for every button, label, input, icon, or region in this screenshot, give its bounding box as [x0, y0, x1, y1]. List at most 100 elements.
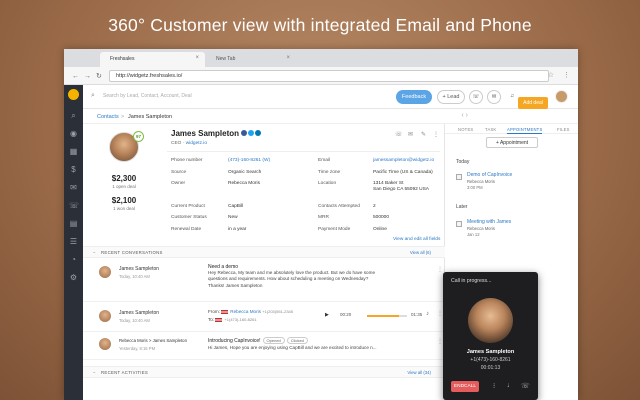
open-amount: $2,100 — [111, 196, 137, 205]
appointment-time: 3:00 PM — [467, 185, 483, 190]
browser-tab-freshsales[interactable]: Freshsales × — [100, 52, 205, 67]
field-value: CapBill — [228, 204, 244, 209]
breadcrumb-contacts-link[interactable]: Contacts — [97, 114, 119, 120]
deals-icon[interactable]: $ — [69, 165, 78, 174]
appointment-checkbox[interactable] — [456, 221, 462, 227]
appointment-title[interactable]: Meeting with James — [467, 219, 511, 225]
view-all-activities-link[interactable]: View all (34) — [407, 370, 431, 375]
field-label: Location — [318, 181, 337, 186]
volume-icon[interactable]: ♪ — [426, 311, 429, 317]
tab-files[interactable]: FILES — [557, 127, 570, 132]
collapse-icon[interactable]: – — [93, 250, 95, 255]
tab-appointments[interactable]: APPOINTMENTS — [507, 127, 543, 134]
view-all-conversations-link[interactable]: View all (6) — [410, 250, 431, 255]
phone-icon[interactable]: ☏ — [69, 201, 79, 210]
right-tabs: NOTES TASK APPOINTMENTS FILES — [445, 124, 578, 134]
calendar-icon[interactable]: ▤ — [69, 219, 78, 228]
settings-icon[interactable]: ⚙ — [69, 273, 78, 282]
user-avatar[interactable] — [555, 90, 568, 103]
tasks-icon[interactable]: ☰ — [69, 237, 78, 246]
caller-name: James Sampleton — [466, 349, 515, 355]
add-appointment-button[interactable]: + Appointment — [486, 137, 538, 148]
call-from: From: Rebecca Moris +1(203)551-2345 — [208, 309, 328, 315]
close-icon[interactable]: × — [286, 55, 290, 61]
play-icon[interactable]: ▶ — [325, 312, 329, 318]
twitter-icon[interactable] — [248, 130, 254, 136]
appointment-day: Today — [456, 159, 470, 165]
breadcrumb-current: James Sampleton — [128, 114, 173, 120]
phone-icon[interactable]: ☏ — [469, 90, 483, 104]
clicked-badge: Clicked — [286, 337, 308, 344]
to-number: +1(473)-160-8261 — [224, 317, 257, 322]
collapse-icon[interactable]: – — [93, 370, 95, 375]
appointment-checkbox[interactable] — [456, 174, 462, 180]
keypad-icon[interactable]: ⁝ — [493, 382, 495, 390]
field-value: Organic Search — [228, 170, 262, 175]
tab-notes[interactable]: NOTES — [458, 127, 473, 132]
phone-icon[interactable]: ☏ — [395, 131, 403, 138]
phone-value[interactable]: (473)-160-8261 (W) — [228, 158, 270, 163]
search-icon[interactable]: ⌕ — [91, 92, 95, 100]
feedback-button[interactable]: Feedback — [396, 90, 432, 104]
edit-icon[interactable]: ✎ — [421, 131, 426, 138]
add-deal-button[interactable]: Add deal — [518, 97, 548, 109]
address-input[interactable]: http://widgetz.freshsales.io/ — [109, 70, 549, 82]
view-all-fields-link[interactable]: View and edit all fields — [393, 237, 440, 242]
call-widget: Call in progress... James Sampleton +1(4… — [443, 272, 538, 400]
email-item[interactable]: Rebecca Moris > James Sampleton Yesterda… — [83, 332, 445, 360]
contact-role: CEO — [171, 141, 182, 146]
conv-sender: James Sampleton — [119, 310, 160, 316]
call-status: Call in progress... — [451, 278, 492, 284]
breadcrumb: Contacts > James Sampleton ‹ › Add deal — [83, 97, 578, 124]
mail-icon[interactable]: ✉ — [408, 131, 413, 138]
more-icon[interactable]: ⋮ — [433, 131, 439, 138]
star-icon[interactable]: ☆ — [548, 71, 554, 79]
from-name: Rebecca Moris — [230, 309, 261, 314]
close-icon[interactable]: × — [195, 55, 199, 61]
conv-date: Yesterday, 8:15 PM — [119, 346, 156, 351]
linkedin-icon[interactable] — [255, 130, 261, 136]
mail-icon[interactable]: ✉ — [487, 90, 501, 104]
recording-progress[interactable] — [367, 315, 407, 317]
microphone-icon[interactable]: ♩ — [507, 382, 514, 389]
headline: 360° Customer view with integrated Email… — [108, 15, 532, 35]
app-logo[interactable] — [68, 89, 79, 100]
tab-task[interactable]: TASK — [485, 127, 496, 132]
contact-title: CEO · widgetz.io — [171, 141, 207, 146]
appointment-owner: Rebecca Moris — [467, 179, 495, 184]
bell-icon[interactable]: ♫ — [505, 90, 519, 104]
browser-tabbar: Freshsales × New Tab × — [64, 49, 578, 67]
reports-icon[interactable]: ◔ — [69, 255, 78, 264]
left-sidebar: ⌕ ◉ ▦ $ ✉ ☏ ▤ ☰ ◔ ⚙ — [64, 85, 83, 400]
end-call-button[interactable]: ENDCALL — [451, 381, 479, 392]
global-search-input[interactable]: Search by Lead, Contact, Account, Deal — [103, 93, 192, 99]
email-value[interactable]: jamessampleton@widgetz.io — [373, 158, 434, 163]
facebook-icon[interactable] — [241, 130, 247, 136]
call-log-item[interactable]: James Sampleton Today, 10:40 AM From: Re… — [83, 302, 445, 332]
field-label: MRR — [318, 215, 329, 220]
recording-progress-fill — [367, 315, 399, 317]
accounts-icon[interactable]: ▦ — [69, 147, 78, 156]
browser-tab-newtab[interactable]: New Tab × — [206, 52, 296, 67]
appointment-title[interactable]: Demo of CapInvoice — [467, 172, 512, 178]
conv-subject-row: Introducing CapInvoice! Opened Clicked — [208, 337, 308, 344]
avatar — [99, 310, 111, 322]
company-link[interactable]: widgetz.io — [186, 141, 207, 146]
more-icon[interactable]: ⋮ — [437, 266, 443, 273]
inbox-icon[interactable]: ✉ — [69, 183, 78, 192]
divider — [167, 151, 440, 152]
conversation-item[interactable]: James Sampleton Today, 10:40 AM Need a d… — [83, 258, 445, 302]
contacts-icon[interactable]: ◉ — [69, 129, 78, 138]
transfer-icon[interactable]: ☏ — [521, 382, 530, 390]
search-icon[interactable]: ⌕ — [69, 111, 78, 120]
appointment-owner: Rebecca Moris — [467, 226, 495, 231]
opened-badge: Opened — [262, 337, 285, 344]
add-lead-button[interactable]: + Lead — [437, 90, 465, 104]
section-title: RECENT CONVERSATIONS — [101, 250, 163, 255]
lead-score-badge: 97 — [133, 131, 144, 142]
nav-arrows-icon[interactable]: ←→↻ — [72, 72, 107, 80]
section-title: RECENT ACTIVITIES — [101, 370, 149, 375]
from-label: From: — [208, 309, 220, 314]
pager-arrows-icon[interactable]: ‹ › — [461, 112, 468, 119]
browser-menu-icon[interactable]: ⋮ — [563, 71, 570, 79]
